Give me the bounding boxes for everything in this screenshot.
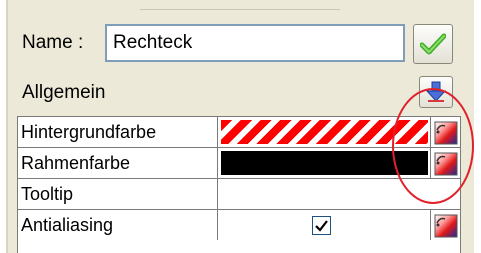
property-row-antialiasing: Antialiasing: [17, 209, 461, 240]
property-value-hintergrundfarbe[interactable]: [218, 117, 431, 147]
property-value-rahmenfarbe[interactable]: [218, 148, 431, 178]
border-color-swatch: [221, 151, 428, 175]
property-value-antialiasing: [218, 210, 431, 240]
property-name: Tooltip: [17, 179, 218, 209]
blue-arrow-icon: [426, 81, 446, 102]
property-row-tooltip: Tooltip: [17, 178, 461, 209]
checkmark-icon: [315, 219, 328, 232]
property-name: Antialiasing: [17, 210, 218, 240]
name-input[interactable]: [105, 24, 405, 62]
section-header-allgemein: Allgemein: [22, 82, 106, 103]
apply-button[interactable]: [413, 24, 453, 64]
property-row-rahmenfarbe: Rahmenfarbe: [17, 147, 461, 178]
property-name: Rahmenfarbe: [17, 148, 218, 178]
collapse-section-button[interactable]: [419, 76, 453, 108]
top-divider: [140, 0, 340, 10]
color-picker-icon: [434, 152, 458, 175]
color-picker-icon: [434, 121, 458, 144]
property-row-hintergrundfarbe: Hintergrundfarbe: [17, 116, 461, 147]
property-value-tooltip[interactable]: [218, 179, 461, 209]
property-grid: Hintergrundfarbe Rahmenfarbe Tooltip Ant…: [17, 116, 461, 253]
antialiasing-checkbox[interactable]: [312, 216, 331, 235]
color-picker-button-rahmenfarbe[interactable]: [431, 149, 461, 178]
background-color-swatch: [221, 120, 428, 144]
properties-panel: Name : Allgemein Hintergrundfarbe: [0, 0, 481, 253]
property-name: Hintergrundfarbe: [17, 117, 218, 147]
green-check-icon: [420, 33, 446, 55]
color-picker-icon: [434, 214, 458, 237]
color-picker-button-antialiasing[interactable]: [431, 211, 461, 240]
color-picker-button-hintergrundfarbe[interactable]: [431, 118, 461, 147]
name-label: Name :: [22, 32, 84, 53]
